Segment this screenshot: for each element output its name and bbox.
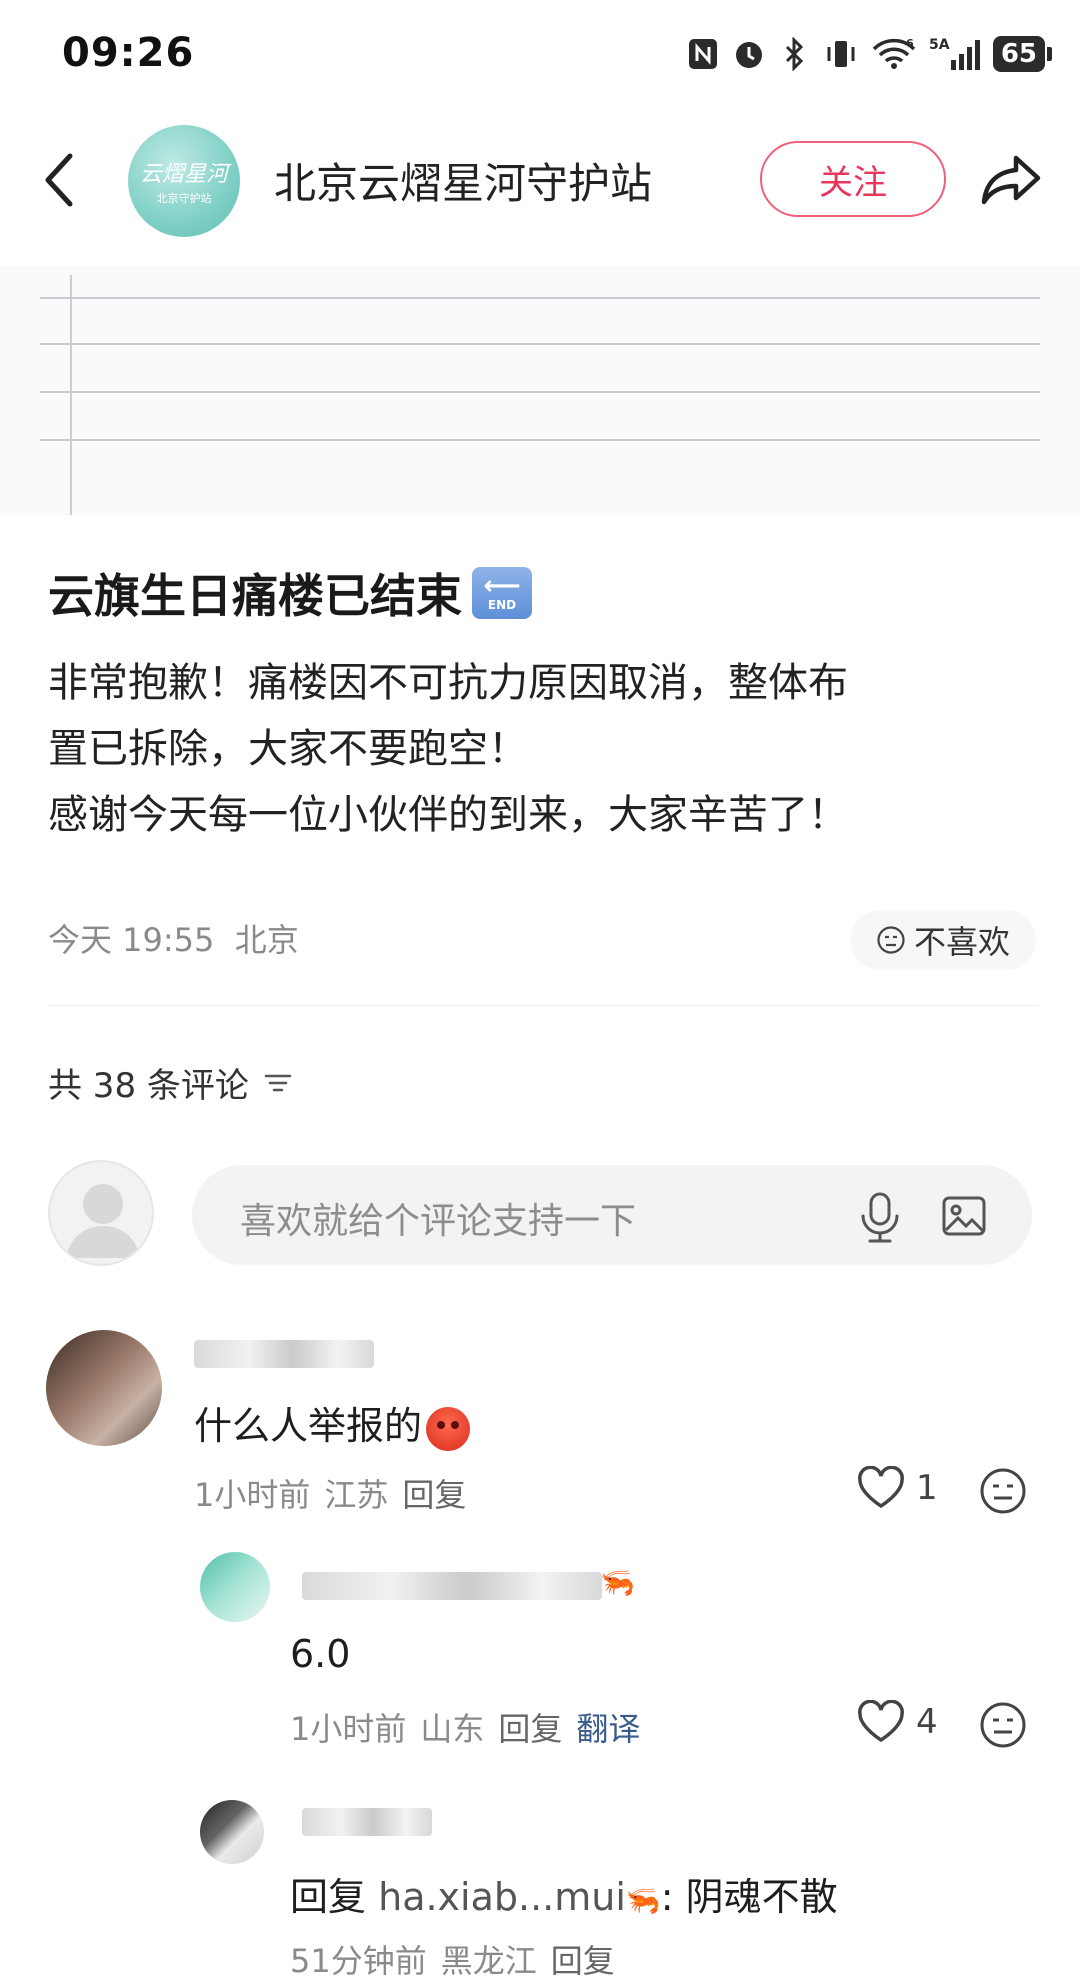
comment-location: 江苏	[324, 1476, 389, 1514]
status-bar: 09:26 6 5A 65	[0, 0, 1080, 110]
image-icon	[942, 1196, 986, 1236]
angry-face-icon	[426, 1406, 471, 1451]
svg-text:6: 6	[906, 37, 914, 50]
reply-name-blurred[interactable]	[302, 1808, 432, 1836]
account-avatar[interactable]: 云熠星河 北京守护站	[128, 125, 240, 237]
reply-prefix: 回复	[290, 1875, 367, 1919]
nfc-icon	[685, 36, 721, 72]
reply-time: 1小时前	[290, 1710, 407, 1748]
comment-text-body: 什么人举报的	[194, 1404, 423, 1448]
shrimp-icon: 🦐	[625, 1884, 661, 1917]
like-count: 4	[916, 1702, 938, 1742]
notebook-line	[40, 439, 1040, 441]
notebook-line	[40, 297, 1040, 299]
follow-button[interactable]: 关注	[760, 141, 946, 217]
end-emoji-text: END	[487, 598, 517, 612]
chevron-left-icon	[45, 153, 73, 207]
reply-avatar[interactable]	[200, 1800, 264, 1864]
dislike-label: 不喜欢	[913, 923, 1010, 961]
wifi-icon: 6	[869, 36, 919, 72]
image-button[interactable]	[940, 1192, 988, 1240]
dislike-comment-button[interactable]	[978, 1700, 1028, 1754]
like-count: 1	[916, 1468, 938, 1508]
bluetooth-icon	[777, 36, 813, 72]
dislike-comment-button[interactable]	[978, 1466, 1028, 1520]
avatar-logo-sub: 北京守护站	[156, 192, 212, 205]
share-button[interactable]	[980, 152, 1044, 208]
post-title: 云旗生日痛楼已结束 ⟵ END	[48, 560, 532, 626]
sort-icon[interactable]	[263, 1070, 293, 1096]
reply-meta: 1小时前 山东 回复 翻译	[290, 1704, 640, 1750]
post-image[interactable]	[0, 265, 1080, 515]
notebook-margin-line	[70, 275, 72, 515]
reply-name-blurred[interactable]	[302, 1572, 602, 1600]
alarm-icon	[731, 36, 767, 72]
comment-count-label: 共 38 条评论	[48, 1066, 249, 1106]
heart-icon	[858, 1466, 904, 1509]
divider	[48, 1005, 1038, 1006]
comment-input-placeholder[interactable]: 喜欢就给个评论支持一下	[240, 1192, 636, 1244]
post-title-text: 云旗生日痛楼已结束	[48, 569, 462, 623]
reply-link[interactable]: 回复	[402, 1470, 466, 1516]
post-body-line: 感谢今天每一位小伙伴的到来，大家辛苦了！	[48, 792, 848, 838]
comment-meta: 1小时前 江苏 回复	[194, 1470, 466, 1516]
default-user-icon	[66, 1184, 140, 1258]
comment-time: 1小时前	[194, 1476, 311, 1514]
notebook-line	[40, 343, 1040, 345]
battery-tip	[1047, 47, 1052, 61]
battery-level: 65	[992, 36, 1045, 72]
translate-link[interactable]: 翻译	[576, 1704, 640, 1750]
commenter-name-blurred[interactable]	[194, 1340, 374, 1368]
svg-text:5A: 5A	[929, 37, 950, 53]
post-body-line: 非常抱歉！痛楼因不可抗力原因取消，整体布	[48, 660, 848, 706]
post-meta: 今天 19:55 北京	[48, 921, 299, 959]
shrimp-icon: 🦐	[600, 1566, 635, 1599]
account-name[interactable]: 北京云熠星河守护站	[274, 150, 652, 211]
microphone-icon	[861, 1192, 899, 1243]
neutral-face-icon	[980, 1702, 1026, 1748]
reply-link[interactable]: 回复	[551, 1936, 615, 1982]
like-button[interactable]: 1	[856, 1466, 938, 1510]
comment-count: 共 38 条评论	[48, 1058, 293, 1107]
comment-text: 什么人举报的	[194, 1395, 471, 1451]
reply-body: : 阴魂不散	[660, 1875, 838, 1919]
heart-icon	[858, 1700, 904, 1743]
reply-time: 51分钟前	[290, 1942, 427, 1980]
voice-button[interactable]	[858, 1190, 902, 1244]
like-button[interactable]: 4	[856, 1700, 938, 1744]
reply-avatar[interactable]	[200, 1552, 270, 1622]
vibrate-icon	[823, 36, 859, 72]
dislike-button[interactable]: 不喜欢	[850, 910, 1036, 970]
reply-text: 6.0	[290, 1632, 351, 1676]
reply-to-user[interactable]: ha.xiab...mui	[378, 1875, 626, 1919]
my-avatar	[48, 1160, 154, 1266]
neutral-face-icon	[980, 1468, 1026, 1514]
status-icons: 6 5A 65	[685, 32, 1052, 76]
battery-indicator: 65	[992, 36, 1052, 72]
avatar-logo-text: 云熠星河	[139, 162, 228, 187]
commenter-avatar[interactable]	[46, 1330, 162, 1446]
end-arrow-icon: ⟵ END	[472, 567, 532, 619]
post-body: 非常抱歉！痛楼因不可抗力原因取消，整体布 置已拆除，大家不要跑空！ 感谢今天每一…	[48, 650, 1038, 848]
status-time: 09:26	[62, 30, 195, 76]
signal-icon: 5A	[929, 36, 983, 72]
reply-meta: 51分钟前 黑龙江 回复	[290, 1936, 615, 1982]
reply-link[interactable]: 回复	[498, 1704, 562, 1750]
notebook-line	[40, 391, 1040, 393]
reply-location: 山东	[420, 1710, 485, 1748]
neutral-face-icon	[877, 926, 905, 954]
reply-location: 黑龙江	[440, 1942, 537, 1980]
end-arrow-glyph: ⟵	[483, 571, 521, 601]
reply-text: 回复 ha.xiab...mui🦐: 阴魂不散	[290, 1866, 838, 1921]
post-body-line: 置已拆除，大家不要跑空！	[48, 726, 528, 772]
back-button[interactable]	[40, 150, 80, 210]
share-icon	[981, 155, 1041, 205]
